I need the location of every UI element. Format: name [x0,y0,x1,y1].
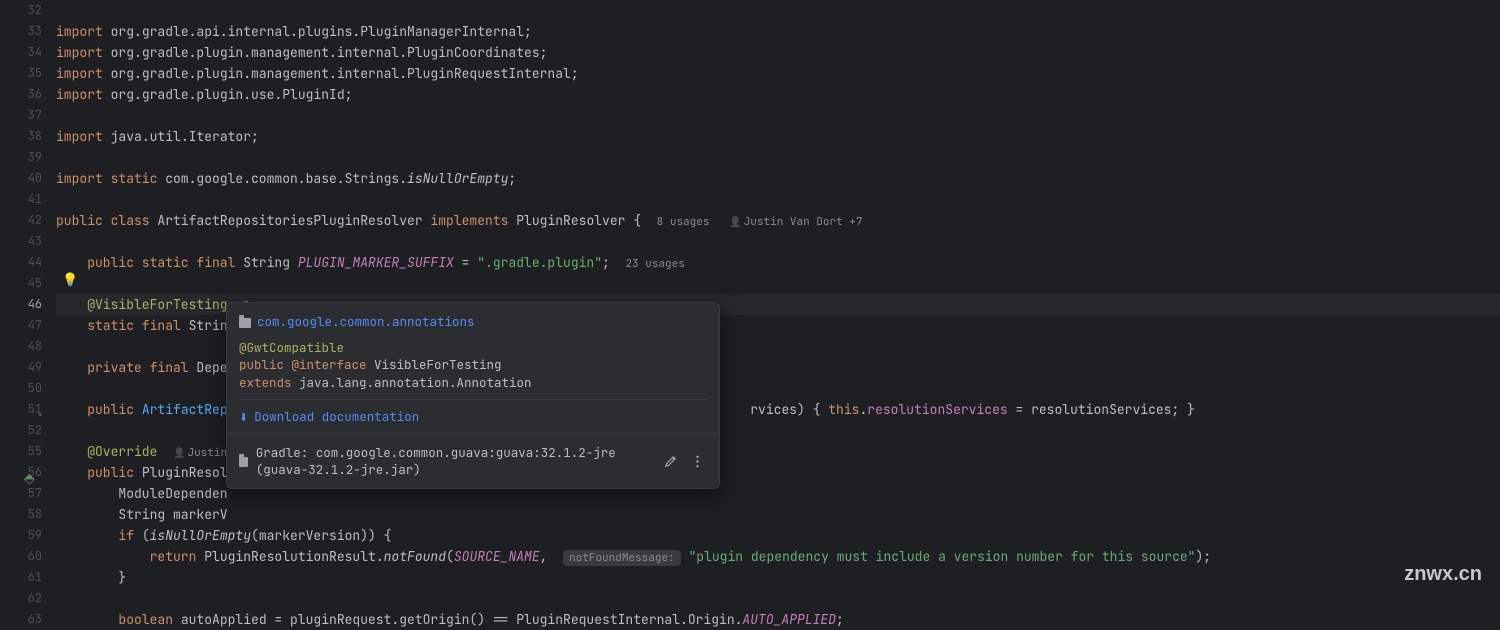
line-number: 43 [0,231,42,252]
more-options-icon[interactable] [688,452,707,471]
code-line[interactable] [56,0,1500,21]
line-number: 38 [0,126,42,147]
line-number: 44 [0,252,42,273]
code-line[interactable] [56,189,1500,210]
download-documentation-link[interactable]: Download documentation [239,408,419,425]
signature-block: @GwtCompatible public @interface Visible… [239,339,707,392]
line-number: 51 [0,399,42,420]
library-icon [239,457,248,467]
line-number: 39 [0,147,42,168]
code-line[interactable] [56,231,1500,252]
fold-arrow-icon[interactable]: ▸ [38,409,43,421]
code-line[interactable]: import static com.google.common.base.Str… [56,168,1500,189]
line-number: 37 [0,105,42,126]
code-line[interactable]: import org.gradle.plugin.management.inte… [56,63,1500,84]
line-number: 49 [0,357,42,378]
intention-bulb-icon[interactable]: 💡 [62,271,78,288]
package-name: com.google.common.annotations [257,313,475,330]
line-number: 59 [0,525,42,546]
line-number: 48 [0,336,42,357]
line-number: 61 [0,567,42,588]
line-number: 42 [0,210,42,231]
code-line[interactable]: import org.gradle.api.internal.plugins.P… [56,21,1500,42]
code-editor[interactable]: 3233343536373839404142434445464748495051… [0,0,1500,600]
line-number: 45 [0,273,42,294]
line-number: 34 [0,42,42,63]
line-number: 33 [0,21,42,42]
code-line[interactable] [56,273,1500,294]
line-number: 40 [0,168,42,189]
library-label: Gradle: com.google.common.guava:guava:32… [256,444,645,478]
quick-doc-popup: com.google.common.annotations @GwtCompat… [226,302,720,489]
folder-icon [239,318,251,328]
line-number: 47 [0,315,42,336]
line-number-gutter: 3233343536373839404142434445464748495051… [0,0,52,600]
code-line[interactable]: public class ArtifactRepositoriesPluginR… [56,210,1500,231]
line-number: 62 [0,588,42,609]
line-number: 60 [0,546,42,567]
code-line[interactable]: } [56,567,1500,588]
line-number: 55 [0,441,42,462]
code-line[interactable] [56,105,1500,126]
code-area[interactable]: import org.gradle.api.internal.plugins.P… [52,0,1500,600]
code-line[interactable]: import java.util.Iterator; [56,126,1500,147]
edit-source-icon[interactable] [661,452,680,471]
popup-footer: Gradle: com.google.common.guava:guava:32… [227,433,719,488]
line-number: 36 [0,84,42,105]
line-number: 52 [0,420,42,441]
download-icon [239,408,248,425]
line-number: 35 [0,63,42,84]
code-line[interactable]: String markerV [56,504,1500,525]
line-number: 56 [0,462,42,483]
line-number: 41 [0,189,42,210]
code-line[interactable]: return PluginResolutionResult.notFound(S… [56,546,1500,567]
code-line[interactable]: import org.gradle.plugin.use.PluginId; [56,84,1500,105]
line-number: 58 [0,504,42,525]
code-line[interactable]: public static final String PLUGIN_MARKER… [56,252,1500,273]
line-number: 63 [0,609,42,630]
line-number: 46 [0,294,42,315]
code-line[interactable]: boolean autoApplied = pluginRequest.getO… [56,609,1500,630]
line-number: 32 [0,0,42,21]
code-line[interactable] [56,588,1500,609]
line-number: 57 [0,483,42,504]
code-line[interactable] [56,147,1500,168]
override-gutter-icon[interactable]: ⬘ [24,470,35,488]
line-number: 50 [0,378,42,399]
watermark: znwx.cn [1404,563,1482,586]
code-line[interactable]: if (isNullOrEmpty(markerVersion)) { [56,525,1500,546]
package-link[interactable]: com.google.common.annotations [239,313,475,330]
code-line[interactable]: import org.gradle.plugin.management.inte… [56,42,1500,63]
